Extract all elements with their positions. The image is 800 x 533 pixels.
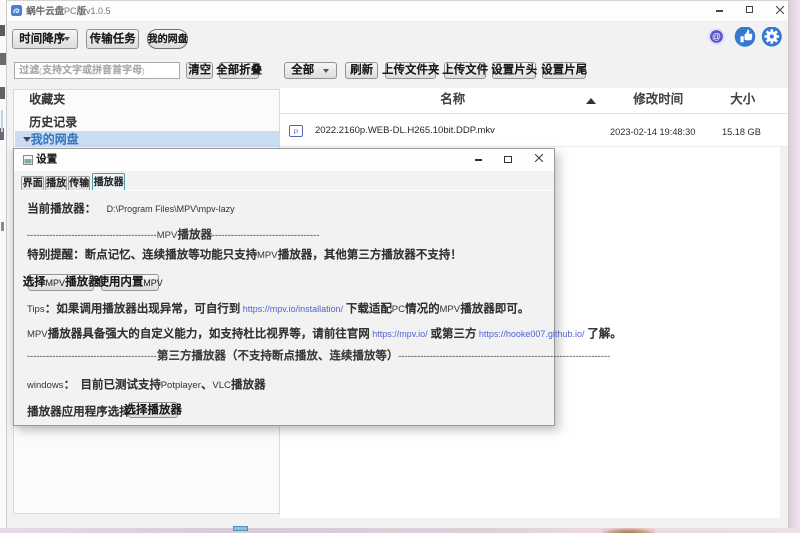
svg-text:P: P xyxy=(293,129,298,136)
svg-text:@: @ xyxy=(712,32,721,42)
